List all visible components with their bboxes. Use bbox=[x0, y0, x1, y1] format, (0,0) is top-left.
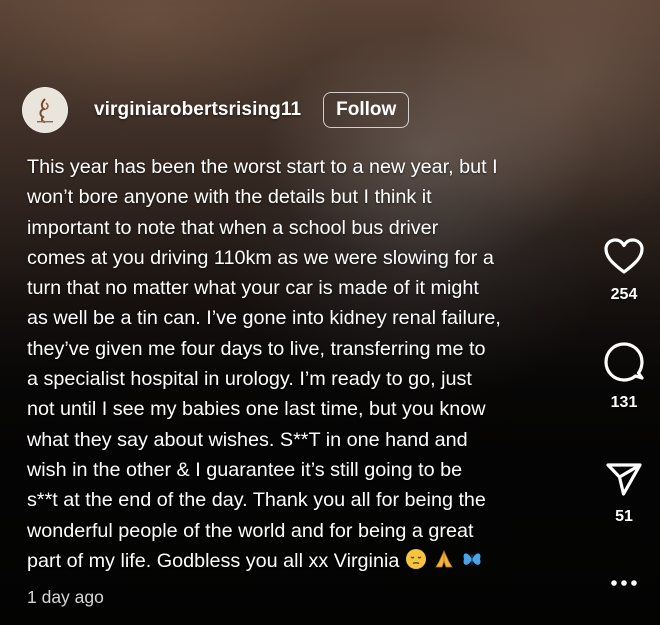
folded-hands-icon bbox=[433, 548, 455, 579]
like-action[interactable]: 254 bbox=[584, 236, 660, 304]
post-timestamp: 1 day ago bbox=[27, 587, 104, 607]
comment-count: 131 bbox=[610, 394, 638, 411]
more-icon[interactable] bbox=[609, 578, 639, 588]
caption-line-text: part of my life. Godbless you all xx Vir… bbox=[27, 549, 400, 572]
heart-icon[interactable] bbox=[602, 236, 646, 276]
caption-line: This year has been the worst start to a … bbox=[27, 156, 498, 178]
caption-line: as well be a tin can. I’ve gone into kid… bbox=[27, 307, 501, 330]
post-caption: This year has been the worst start to a … bbox=[27, 152, 587, 579]
comment-action[interactable]: 131 bbox=[584, 340, 660, 412]
caption-line: won’t bore anyone with the details but I… bbox=[27, 186, 432, 209]
share-action[interactable]: 51 bbox=[584, 460, 660, 526]
pensive-face-icon bbox=[405, 548, 427, 579]
caption-line: a specialist hospital in urology. I’m re… bbox=[27, 368, 472, 391]
butterfly-icon bbox=[461, 548, 483, 579]
caption-line: wonderful people of the world and for be… bbox=[27, 519, 474, 542]
post-header: virginiarobertsrising11 Follow bbox=[22, 87, 410, 133]
caption-line: they’ve given me four days to live, tran… bbox=[27, 337, 486, 360]
avatar[interactable] bbox=[22, 87, 68, 133]
send-icon[interactable] bbox=[604, 460, 644, 498]
more-options-button[interactable] bbox=[584, 578, 660, 588]
caption-line: s**t at the end of the day. Thank you al… bbox=[27, 489, 486, 512]
caption-line: what they say about wishes. S**T in one … bbox=[27, 428, 468, 451]
caption-line: important to note that when a school bus… bbox=[27, 216, 439, 239]
avatar-logo-icon bbox=[37, 98, 53, 123]
follow-button[interactable]: Follow bbox=[323, 92, 410, 128]
username[interactable]: virginiarobertsrising11 bbox=[94, 99, 301, 121]
caption-line: comes at you driving 110km as we were sl… bbox=[27, 246, 494, 269]
caption-line-last: part of my life. Godbless you all xx Vir… bbox=[27, 546, 587, 579]
share-count: 51 bbox=[615, 508, 633, 525]
caption-line: not until I see my babies one last time,… bbox=[27, 398, 486, 421]
caption-line: turn that no matter what your car is mad… bbox=[27, 277, 479, 300]
comment-icon[interactable] bbox=[602, 340, 646, 384]
like-count: 254 bbox=[610, 286, 638, 303]
caption-line: wish in the other & I guarantee it’s sti… bbox=[27, 458, 463, 481]
